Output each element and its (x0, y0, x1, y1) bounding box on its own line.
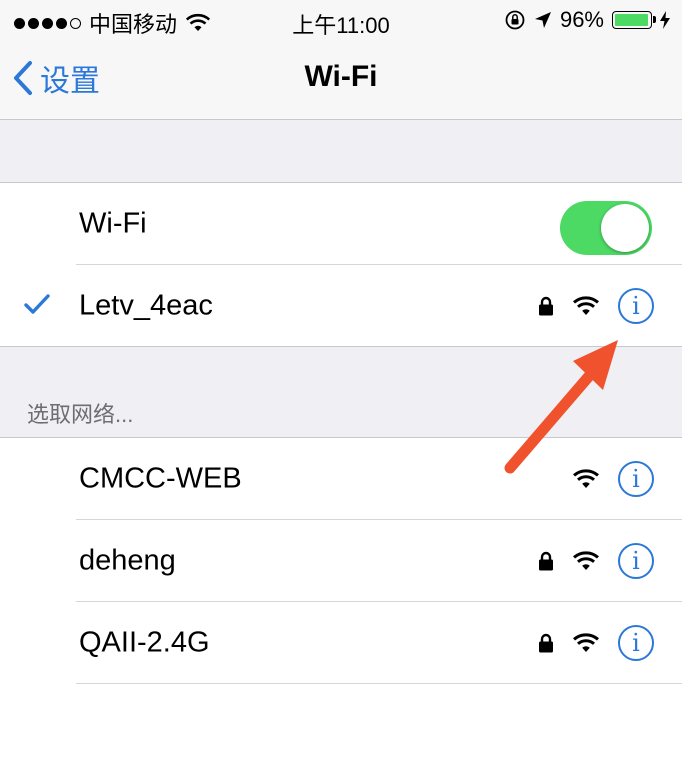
page-title: Wi-Fi (304, 60, 378, 93)
battery-icon (612, 11, 656, 29)
connected-network-row[interactable]: Letv_4eac i (0, 265, 682, 347)
status-right: 96% (504, 7, 670, 33)
network-name: CMCC-WEB (79, 462, 242, 495)
connected-network-icons: i (538, 288, 654, 324)
info-button[interactable]: i (618, 461, 654, 497)
wifi-strength-icon (573, 551, 599, 570)
group-bottom-separator (0, 346, 682, 347)
wifi-toggle-row: Wi-Fi (0, 183, 682, 265)
network-icons: i (572, 461, 654, 497)
lock-icon (539, 633, 553, 653)
info-button[interactable]: i (618, 625, 654, 661)
wifi-strength-icon (573, 296, 599, 315)
network-icons: i (538, 543, 654, 579)
connected-network-name: Letv_4eac (79, 289, 213, 322)
choose-network-header: 选取网络... (27, 402, 134, 427)
wifi-toggle-label: Wi-Fi (79, 207, 147, 240)
charging-bolt-icon (660, 11, 670, 29)
lock-icon (539, 551, 553, 571)
network-row[interactable]: deheng i (0, 520, 682, 602)
network-icons: i (538, 625, 654, 661)
wifi-strength-icon (573, 469, 599, 488)
navigation-bar: 设置 Wi-Fi (0, 40, 682, 120)
toggle-knob (601, 204, 649, 252)
info-button[interactable]: i (618, 288, 654, 324)
network-row[interactable]: QAII-2.4G i (0, 602, 682, 684)
rotation-lock-icon (505, 10, 525, 30)
network-row[interactable]: CMCC-WEB i (0, 438, 682, 520)
lock-icon (539, 296, 553, 316)
checkmark-icon (24, 294, 50, 314)
wifi-toggle-switch[interactable] (560, 201, 652, 255)
status-bar: 中国移动 上午11:00 96% (0, 0, 682, 40)
network-name: QAII-2.4G (79, 626, 210, 659)
network-name: deheng (79, 544, 176, 577)
network-row-partial[interactable] (0, 684, 682, 766)
battery-percent: 96% (559, 7, 604, 32)
wifi-strength-icon (573, 633, 599, 652)
location-icon (534, 12, 551, 28)
info-button[interactable]: i (618, 543, 654, 579)
